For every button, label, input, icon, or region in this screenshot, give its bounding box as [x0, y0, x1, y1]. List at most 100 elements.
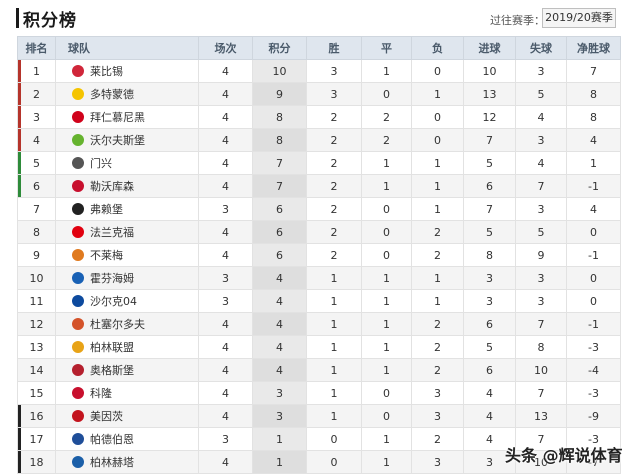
team-badge-icon [72, 272, 84, 284]
column-header: 球队 [55, 36, 199, 60]
team-cell[interactable]: 科隆 [55, 381, 199, 405]
team-cell[interactable]: 帕德伯恩 [55, 427, 199, 451]
team-name[interactable]: 科隆 [90, 387, 112, 400]
team-cell[interactable]: 不莱梅 [55, 243, 199, 267]
team-badge-icon [72, 134, 84, 146]
l-cell: 3 [411, 450, 464, 474]
d-cell: 2 [361, 105, 412, 129]
team-cell[interactable]: 沃尔夫斯堡 [55, 128, 199, 152]
played-cell: 3 [198, 266, 253, 290]
team-cell[interactable]: 柏林联盟 [55, 335, 199, 359]
team-cell[interactable]: 拜仁慕尼黑 [55, 105, 199, 129]
table-row: 16 美因茨 4 3 1 0 3 4 13 -9 [17, 404, 621, 428]
w-cell: 1 [306, 358, 362, 382]
gd-cell: 7 [566, 59, 621, 83]
team-name[interactable]: 弗赖堡 [90, 203, 123, 216]
season-label: 过往赛季： [490, 14, 545, 27]
ga-cell: 5 [515, 220, 567, 244]
column-header: 场次 [198, 36, 253, 60]
table-row: 14 奥格斯堡 4 4 1 1 2 6 10 -4 [17, 358, 621, 382]
team-cell[interactable]: 勒沃库森 [55, 174, 199, 198]
d-cell: 0 [361, 82, 412, 106]
table-row: 6 勒沃库森 4 7 2 1 1 6 7 -1 [17, 174, 621, 198]
team-name[interactable]: 美因茨 [90, 410, 123, 423]
team-name[interactable]: 霍芬海姆 [90, 272, 134, 285]
team-name[interactable]: 沃尔夫斯堡 [90, 134, 145, 147]
team-cell[interactable]: 奥格斯堡 [55, 358, 199, 382]
played-cell: 4 [198, 312, 253, 336]
zone-marker [18, 129, 21, 151]
zone-marker [18, 83, 21, 105]
table-row: 9 不莱梅 4 6 2 0 2 8 9 -1 [17, 243, 621, 267]
l-cell: 0 [411, 128, 464, 152]
ga-cell: 3 [515, 197, 567, 221]
points-cell: 6 [252, 197, 307, 221]
ga-cell: 13 [515, 404, 567, 428]
zone-marker [18, 451, 21, 473]
team-name[interactable]: 勒沃库森 [90, 180, 134, 193]
table-row: 4 沃尔夫斯堡 4 8 2 2 0 7 3 4 [17, 128, 621, 152]
column-header: 排名 [17, 36, 56, 60]
rank-cell: 14 [17, 358, 56, 382]
points-cell: 8 [252, 128, 307, 152]
d-cell: 0 [361, 197, 412, 221]
team-name[interactable]: 柏林联盟 [90, 341, 134, 354]
team-name[interactable]: 门兴 [90, 157, 112, 170]
team-cell[interactable]: 柏林赫塔 [55, 450, 199, 474]
team-name[interactable]: 不莱梅 [90, 249, 123, 262]
team-badge-icon [72, 456, 84, 468]
d-cell: 2 [361, 128, 412, 152]
team-name[interactable]: 拜仁慕尼黑 [90, 111, 145, 124]
gf-cell: 13 [463, 82, 516, 106]
season-select[interactable]: 2019/20赛季 [542, 8, 616, 28]
d-cell: 1 [361, 358, 412, 382]
gf-cell: 5 [463, 335, 516, 359]
team-name[interactable]: 法兰克福 [90, 226, 134, 239]
team-cell[interactable]: 弗赖堡 [55, 197, 199, 221]
table-row: 2 多特蒙德 4 9 3 0 1 13 5 8 [17, 82, 621, 106]
column-header: 平 [361, 36, 412, 60]
points-cell: 9 [252, 82, 307, 106]
team-cell[interactable]: 霍芬海姆 [55, 266, 199, 290]
rank-cell: 17 [17, 427, 56, 451]
rank-cell: 4 [17, 128, 56, 152]
w-cell: 2 [306, 197, 362, 221]
l-cell: 1 [411, 174, 464, 198]
rank-value: 14 [29, 363, 44, 377]
played-cell: 3 [198, 427, 253, 451]
d-cell: 1 [361, 427, 412, 451]
played-cell: 4 [198, 174, 253, 198]
team-name[interactable]: 帕德伯恩 [90, 433, 134, 446]
l-cell: 3 [411, 381, 464, 405]
w-cell: 0 [306, 427, 362, 451]
team-name[interactable]: 莱比锡 [90, 65, 123, 78]
ga-cell: 3 [515, 266, 567, 290]
d-cell: 0 [361, 243, 412, 267]
team-name[interactable]: 杜塞尔多夫 [90, 318, 145, 331]
team-name[interactable]: 柏林赫塔 [90, 456, 134, 469]
team-cell[interactable]: 杜塞尔多夫 [55, 312, 199, 336]
team-badge-icon [72, 364, 84, 376]
team-name[interactable]: 多特蒙德 [90, 88, 134, 101]
team-cell[interactable]: 沙尔克04 [55, 289, 199, 313]
gd-cell: -9 [566, 404, 621, 428]
team-cell[interactable]: 美因茨 [55, 404, 199, 428]
w-cell: 2 [306, 174, 362, 198]
team-cell[interactable]: 多特蒙德 [55, 82, 199, 106]
d-cell: 1 [361, 312, 412, 336]
l-cell: 2 [411, 427, 464, 451]
team-cell[interactable]: 门兴 [55, 151, 199, 175]
w-cell: 1 [306, 289, 362, 313]
team-cell[interactable]: 法兰克福 [55, 220, 199, 244]
team-name[interactable]: 沙尔克04 [90, 295, 137, 308]
rank-value: 15 [29, 386, 44, 400]
ga-cell: 3 [515, 128, 567, 152]
w-cell: 3 [306, 59, 362, 83]
team-name[interactable]: 奥格斯堡 [90, 364, 134, 377]
table-row: 13 柏林联盟 4 4 1 1 2 5 8 -3 [17, 335, 621, 359]
table-row: 12 杜塞尔多夫 4 4 1 1 2 6 7 -1 [17, 312, 621, 336]
team-badge-icon [72, 88, 84, 100]
d-cell: 1 [361, 151, 412, 175]
team-cell[interactable]: 莱比锡 [55, 59, 199, 83]
points-cell: 6 [252, 243, 307, 267]
